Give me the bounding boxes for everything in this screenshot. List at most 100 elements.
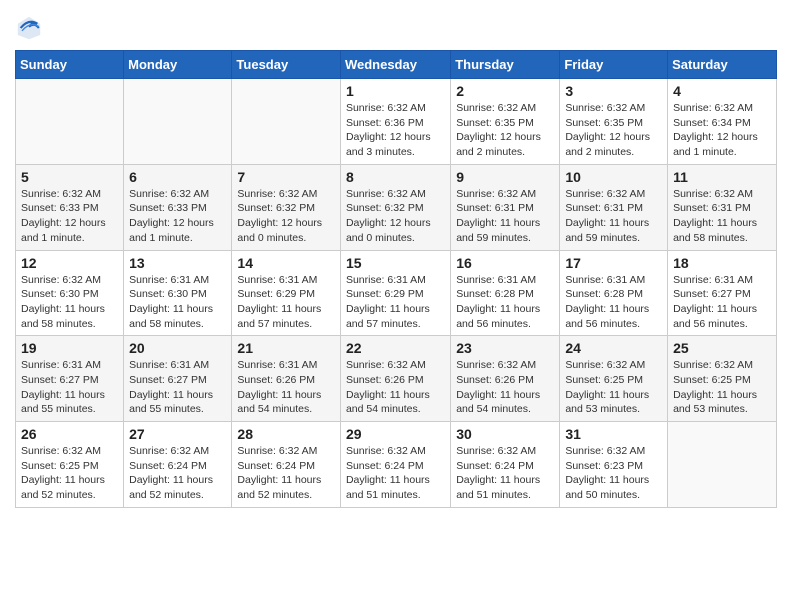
day-number: 4 [673, 83, 771, 99]
weekday-header-tuesday: Tuesday [232, 51, 341, 79]
day-info: Sunrise: 6:32 AM Sunset: 6:25 PM Dayligh… [565, 358, 662, 417]
day-info: Sunrise: 6:31 AM Sunset: 6:28 PM Dayligh… [565, 273, 662, 332]
week-row-0: 1 Sunrise: 6:32 AM Sunset: 6:36 PM Daylig… [16, 79, 777, 165]
day-info: Sunrise: 6:31 AM Sunset: 6:27 PM Dayligh… [21, 358, 118, 417]
calendar-cell: 13 Sunrise: 6:31 AM Sunset: 6:30 PM Dayli… [124, 250, 232, 336]
day-info: Sunrise: 6:32 AM Sunset: 6:31 PM Dayligh… [673, 187, 771, 246]
calendar-cell: 6 Sunrise: 6:32 AM Sunset: 6:33 PM Daylig… [124, 164, 232, 250]
day-info: Sunrise: 6:32 AM Sunset: 6:34 PM Dayligh… [673, 101, 771, 160]
calendar-cell [232, 79, 341, 165]
day-number: 7 [237, 169, 335, 185]
day-info: Sunrise: 6:32 AM Sunset: 6:23 PM Dayligh… [565, 444, 662, 503]
day-number: 13 [129, 255, 226, 271]
calendar-cell: 5 Sunrise: 6:32 AM Sunset: 6:33 PM Daylig… [16, 164, 124, 250]
day-number: 12 [21, 255, 118, 271]
calendar-cell: 12 Sunrise: 6:32 AM Sunset: 6:30 PM Dayli… [16, 250, 124, 336]
day-number: 25 [673, 340, 771, 356]
calendar-cell: 25Sunrise: 6:32 AM Sunset: 6:25 PM Dayli… [668, 336, 777, 422]
page-container: SundayMondayTuesdayWednesdayThursdayFrid… [0, 0, 792, 523]
calendar-cell: 19 Sunrise: 6:31 AM Sunset: 6:27 PM Dayli… [16, 336, 124, 422]
day-info: Sunrise: 6:32 AM Sunset: 6:32 PM Dayligh… [346, 187, 445, 246]
week-row-1: 5 Sunrise: 6:32 AM Sunset: 6:33 PM Daylig… [16, 164, 777, 250]
weekday-header-monday: Monday [124, 51, 232, 79]
calendar-cell [124, 79, 232, 165]
day-number: 10 [565, 169, 662, 185]
day-number: 16 [456, 255, 554, 271]
day-info: Sunrise: 6:32 AM Sunset: 6:25 PM Dayligh… [21, 444, 118, 503]
calendar-cell: 7 Sunrise: 6:32 AM Sunset: 6:32 PM Daylig… [232, 164, 341, 250]
calendar-cell: 14Sunrise: 6:31 AM Sunset: 6:29 PM Dayli… [232, 250, 341, 336]
day-info: Sunrise: 6:32 AM Sunset: 6:33 PM Dayligh… [21, 187, 118, 246]
day-info: Sunrise: 6:32 AM Sunset: 6:24 PM Dayligh… [456, 444, 554, 503]
calendar-cell: 18Sunrise: 6:31 AM Sunset: 6:27 PM Dayli… [668, 250, 777, 336]
week-row-3: 19 Sunrise: 6:31 AM Sunset: 6:27 PM Dayli… [16, 336, 777, 422]
calendar-cell: 2Sunrise: 6:32 AM Sunset: 6:35 PM Daylig… [451, 79, 560, 165]
calendar-cell: 29 Sunrise: 6:32 AM Sunset: 6:24 PM Dayli… [340, 422, 450, 508]
day-info: Sunrise: 6:31 AM Sunset: 6:29 PM Dayligh… [346, 273, 445, 332]
calendar-cell: 23 Sunrise: 6:32 AM Sunset: 6:26 PM Dayli… [451, 336, 560, 422]
calendar-cell: 17Sunrise: 6:31 AM Sunset: 6:28 PM Dayli… [560, 250, 668, 336]
calendar-table: SundayMondayTuesdayWednesdayThursdayFrid… [15, 50, 777, 508]
day-number: 29 [346, 426, 445, 442]
calendar-cell: 15 Sunrise: 6:31 AM Sunset: 6:29 PM Dayli… [340, 250, 450, 336]
day-number: 8 [346, 169, 445, 185]
day-info: Sunrise: 6:31 AM Sunset: 6:27 PM Dayligh… [129, 358, 226, 417]
weekday-header-saturday: Saturday [668, 51, 777, 79]
day-number: 3 [565, 83, 662, 99]
calendar-cell [16, 79, 124, 165]
day-info: Sunrise: 6:31 AM Sunset: 6:28 PM Dayligh… [456, 273, 554, 332]
day-number: 6 [129, 169, 226, 185]
calendar-cell: 21Sunrise: 6:31 AM Sunset: 6:26 PM Dayli… [232, 336, 341, 422]
day-number: 19 [21, 340, 118, 356]
day-number: 5 [21, 169, 118, 185]
day-info: Sunrise: 6:32 AM Sunset: 6:24 PM Dayligh… [129, 444, 226, 503]
day-info: Sunrise: 6:32 AM Sunset: 6:32 PM Dayligh… [237, 187, 335, 246]
day-number: 2 [456, 83, 554, 99]
logo [15, 14, 45, 42]
calendar-cell: 11 Sunrise: 6:32 AM Sunset: 6:31 PM Dayli… [668, 164, 777, 250]
logo-icon [15, 14, 43, 42]
calendar-cell: 16 Sunrise: 6:31 AM Sunset: 6:28 PM Dayli… [451, 250, 560, 336]
day-number: 20 [129, 340, 226, 356]
week-row-2: 12 Sunrise: 6:32 AM Sunset: 6:30 PM Dayli… [16, 250, 777, 336]
weekday-header-thursday: Thursday [451, 51, 560, 79]
day-number: 30 [456, 426, 554, 442]
day-number: 27 [129, 426, 226, 442]
header [15, 10, 777, 42]
day-number: 1 [346, 83, 445, 99]
calendar-cell: 22 Sunrise: 6:32 AM Sunset: 6:26 PM Dayli… [340, 336, 450, 422]
day-number: 15 [346, 255, 445, 271]
day-info: Sunrise: 6:32 AM Sunset: 6:36 PM Dayligh… [346, 101, 445, 160]
day-info: Sunrise: 6:32 AM Sunset: 6:33 PM Dayligh… [129, 187, 226, 246]
day-info: Sunrise: 6:31 AM Sunset: 6:27 PM Dayligh… [673, 273, 771, 332]
day-info: Sunrise: 6:32 AM Sunset: 6:30 PM Dayligh… [21, 273, 118, 332]
calendar-cell: 1 Sunrise: 6:32 AM Sunset: 6:36 PM Daylig… [340, 79, 450, 165]
day-number: 23 [456, 340, 554, 356]
day-info: Sunrise: 6:32 AM Sunset: 6:31 PM Dayligh… [456, 187, 554, 246]
calendar-cell: 30 Sunrise: 6:32 AM Sunset: 6:24 PM Dayli… [451, 422, 560, 508]
calendar-cell: 8 Sunrise: 6:32 AM Sunset: 6:32 PM Daylig… [340, 164, 450, 250]
weekday-header-sunday: Sunday [16, 51, 124, 79]
calendar-cell: 9 Sunrise: 6:32 AM Sunset: 6:31 PM Daylig… [451, 164, 560, 250]
calendar-cell: 26 Sunrise: 6:32 AM Sunset: 6:25 PM Dayli… [16, 422, 124, 508]
day-info: Sunrise: 6:31 AM Sunset: 6:30 PM Dayligh… [129, 273, 226, 332]
day-number: 31 [565, 426, 662, 442]
weekday-header-friday: Friday [560, 51, 668, 79]
day-number: 22 [346, 340, 445, 356]
day-number: 14 [237, 255, 335, 271]
day-number: 11 [673, 169, 771, 185]
day-info: Sunrise: 6:32 AM Sunset: 6:26 PM Dayligh… [346, 358, 445, 417]
day-number: 28 [237, 426, 335, 442]
day-number: 9 [456, 169, 554, 185]
day-info: Sunrise: 6:32 AM Sunset: 6:26 PM Dayligh… [456, 358, 554, 417]
calendar-cell: 24Sunrise: 6:32 AM Sunset: 6:25 PM Dayli… [560, 336, 668, 422]
day-number: 26 [21, 426, 118, 442]
day-info: Sunrise: 6:32 AM Sunset: 6:24 PM Dayligh… [346, 444, 445, 503]
calendar-cell: 27 Sunrise: 6:32 AM Sunset: 6:24 PM Dayli… [124, 422, 232, 508]
day-number: 21 [237, 340, 335, 356]
day-info: Sunrise: 6:32 AM Sunset: 6:35 PM Dayligh… [565, 101, 662, 160]
calendar-cell [668, 422, 777, 508]
calendar-cell: 31 Sunrise: 6:32 AM Sunset: 6:23 PM Dayli… [560, 422, 668, 508]
day-info: Sunrise: 6:32 AM Sunset: 6:31 PM Dayligh… [565, 187, 662, 246]
day-info: Sunrise: 6:32 AM Sunset: 6:24 PM Dayligh… [237, 444, 335, 503]
